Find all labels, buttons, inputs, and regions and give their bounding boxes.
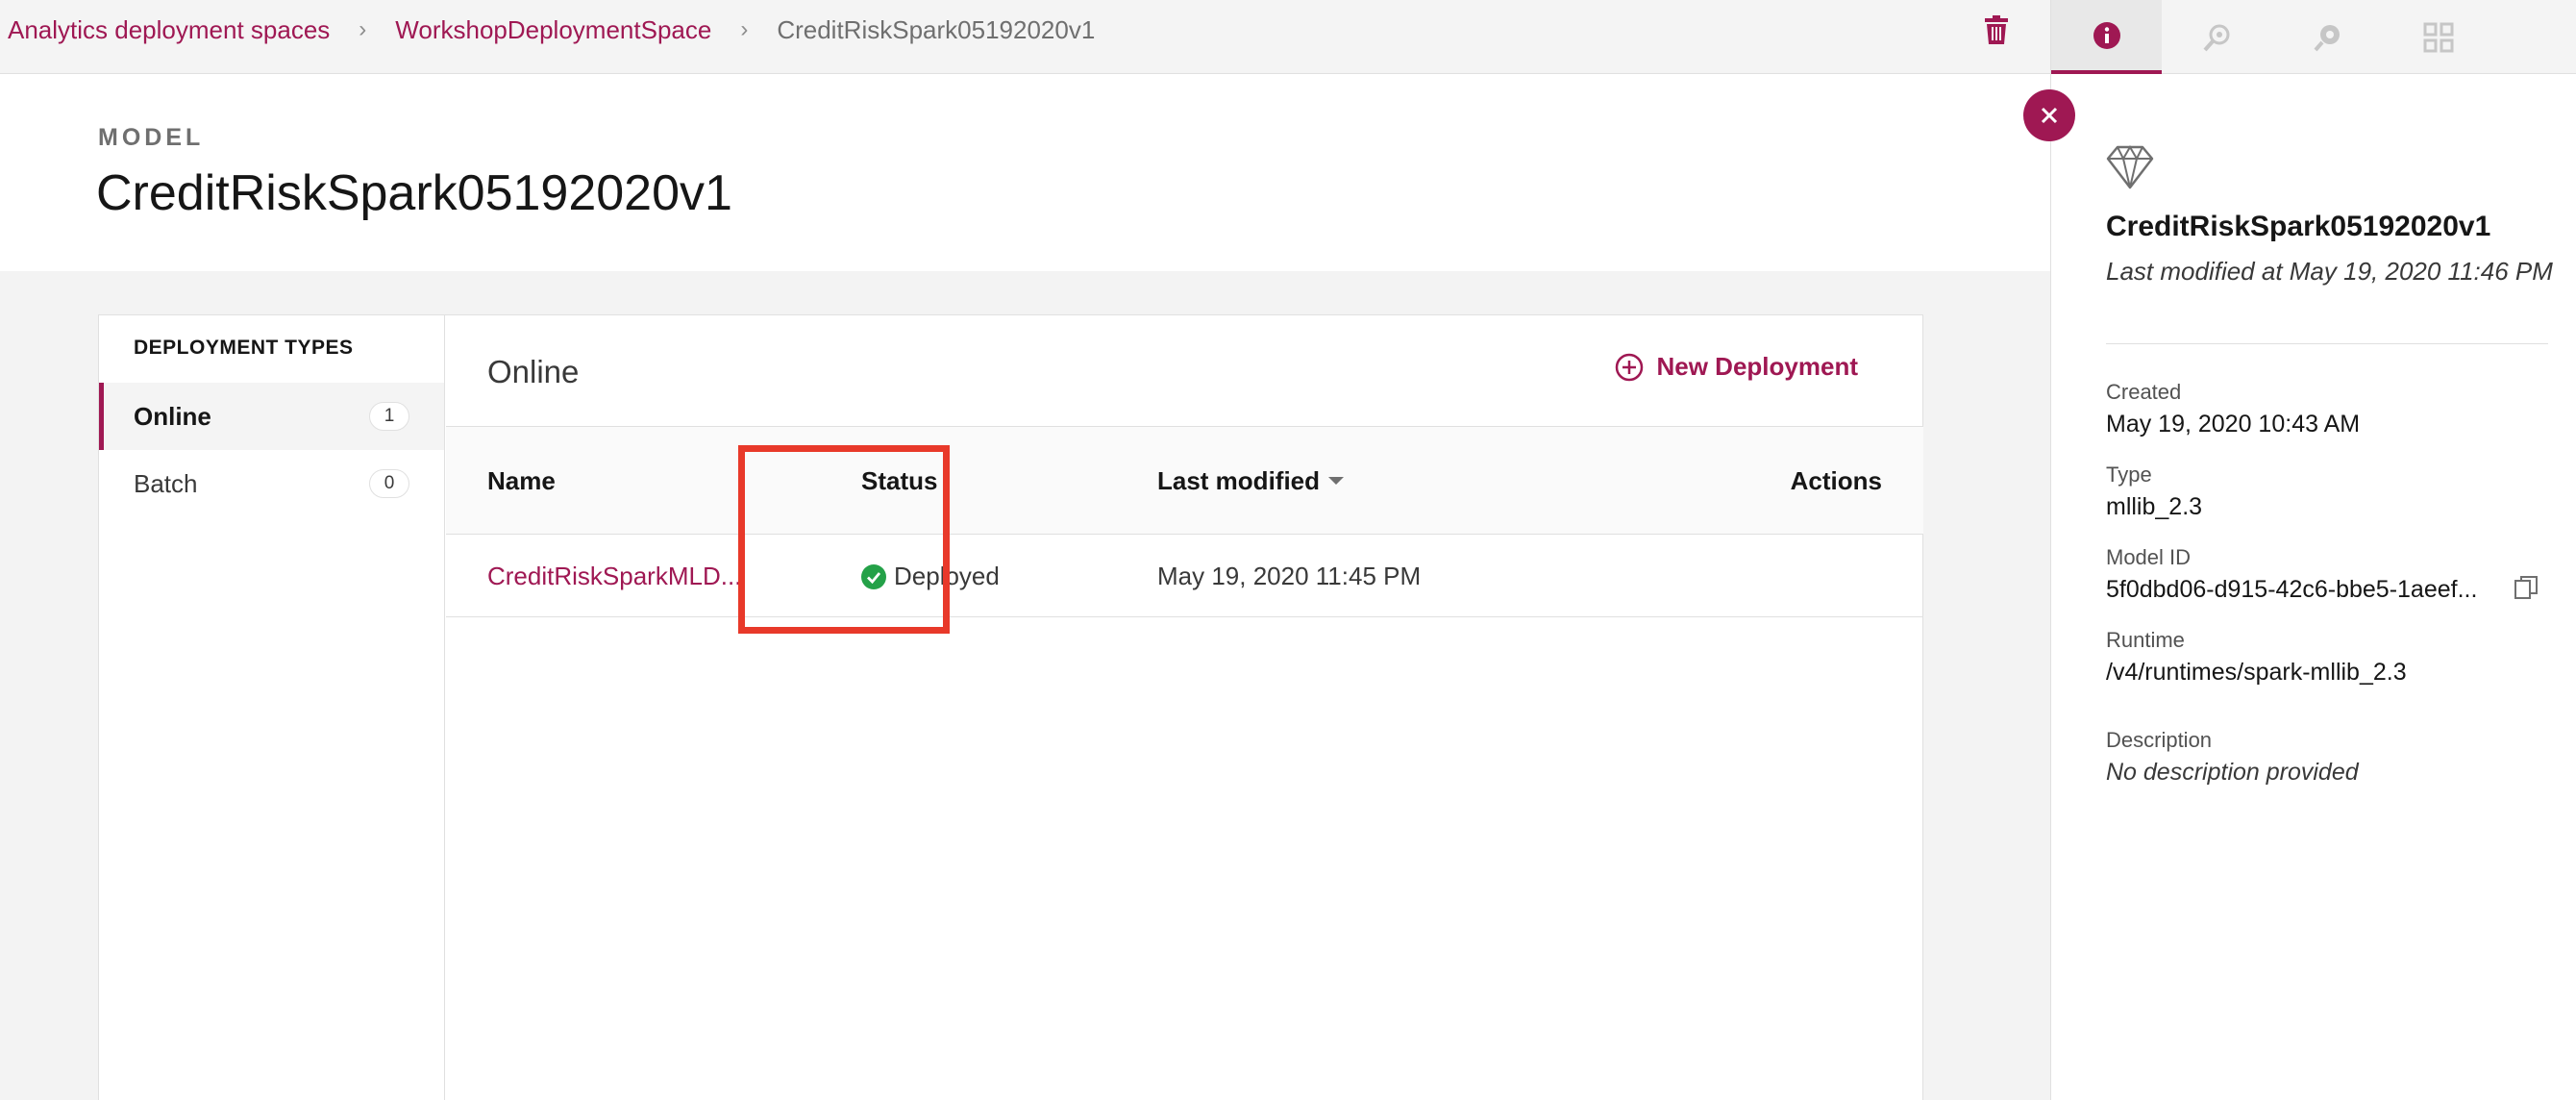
- model-id-value: 5f0dbd06-d915-42c6-bbe5-1aeef...: [2106, 576, 2478, 603]
- last-modified-cell: May 19, 2020 11:45 PM: [1157, 562, 1422, 590]
- breadcrumb-link-space[interactable]: WorkshopDeploymentSpace: [395, 15, 711, 45]
- count-badge: 1: [369, 402, 409, 431]
- breadcrumb-link-spaces[interactable]: Analytics deployment spaces: [8, 15, 330, 45]
- table-header: Name Status Last modified Actions: [446, 427, 1923, 535]
- new-deployment-label: New Deployment: [1656, 352, 1859, 381]
- runtime-value: /v4/runtimes/spark-mllib_2.3: [2106, 659, 2407, 686]
- search-gear-icon: [2203, 24, 2229, 51]
- panel-tabs: [2050, 0, 2576, 74]
- divider: [2106, 343, 2548, 344]
- grid-icon: [2423, 22, 2453, 52]
- model-last-modified: Last modified at May 19, 2020 11:46 PM: [2106, 257, 2553, 286]
- description-label: Description: [2106, 728, 2213, 752]
- nav-item-online[interactable]: Online 1: [99, 383, 444, 450]
- trash-icon: [1985, 15, 2008, 44]
- table-row[interactable]: CreditRiskSparkMLD... Deployed May 19, 2…: [446, 536, 1923, 617]
- asset-type-label: MODEL: [98, 124, 205, 151]
- created-value: May 19, 2020 10:43 AM: [2106, 411, 2361, 438]
- sort-down-icon: [1328, 477, 1345, 485]
- tab-info[interactable]: [2051, 0, 2162, 74]
- details-panel: CreditRiskSpark05192020v1 Last modified …: [2050, 74, 2576, 1100]
- add-circle-icon: [1615, 353, 1643, 381]
- column-header-status[interactable]: Status: [861, 427, 937, 535]
- page-title: CreditRiskSpark05192020v1: [96, 165, 732, 221]
- section-title: Online: [487, 354, 580, 389]
- column-header-name[interactable]: Name: [487, 427, 556, 535]
- runtime-label: Runtime: [2106, 628, 2185, 652]
- type-label: Type: [2106, 462, 2152, 487]
- page-header: MODEL CreditRiskSpark05192020v1: [0, 74, 2050, 271]
- status-cell: Deployed: [861, 536, 1000, 617]
- breadcrumb-current: CreditRiskSpark05192020v1: [777, 14, 1096, 44]
- explore-icon: [2313, 24, 2340, 51]
- chevron-right-icon: ›: [740, 16, 749, 42]
- column-header-last-modified-label: Last modified: [1157, 465, 1321, 495]
- delete-button[interactable]: [1980, 13, 2013, 46]
- deployments-card: DEPLOYMENT TYPES Online 1 Batch 0 Online…: [98, 314, 1923, 1100]
- diamond-icon: [2106, 145, 2154, 189]
- created-label: Created: [2106, 380, 2182, 404]
- copy-model-id-button[interactable]: [2513, 574, 2539, 606]
- copy-icon: [2514, 576, 2538, 599]
- deployments-main: Online New Deployment Name Status Last m…: [446, 315, 1923, 1100]
- status-label: Deployed: [894, 562, 1000, 590]
- deployment-name-link[interactable]: CreditRiskSparkMLD...: [487, 536, 741, 617]
- close-icon: [2041, 107, 2058, 124]
- tab-explore[interactable]: [2272, 0, 2383, 74]
- nav-item-label: Online: [134, 401, 211, 431]
- nav-item-batch[interactable]: Batch 0: [99, 450, 444, 517]
- model-name: CreditRiskSpark05192020v1: [2106, 211, 2491, 242]
- column-header-actions: Actions: [1790, 465, 1882, 495]
- deployment-types-title: DEPLOYMENT TYPES: [134, 337, 354, 359]
- type-value: mllib_2.3: [2106, 493, 2203, 520]
- tab-apps[interactable]: [2383, 0, 2493, 74]
- model-id-label: Model ID: [2106, 545, 2192, 569]
- description-value: No description provided: [2106, 759, 2359, 786]
- column-header-last-modified[interactable]: Last modified: [1157, 427, 1345, 535]
- new-deployment-button[interactable]: New Deployment: [1615, 352, 1859, 382]
- close-panel-button[interactable]: [2023, 89, 2075, 141]
- check-circle-icon: [861, 563, 886, 589]
- count-badge: 0: [369, 469, 409, 498]
- tab-search-model[interactable]: [2162, 0, 2272, 74]
- chevron-right-icon: ›: [359, 16, 367, 42]
- top-bar: Analytics deployment spaces › WorkshopDe…: [0, 0, 2050, 74]
- breadcrumb: Analytics deployment spaces › WorkshopDe…: [8, 0, 1095, 60]
- info-icon: [2093, 21, 2120, 49]
- deployment-types-nav: DEPLOYMENT TYPES Online 1 Batch 0: [99, 315, 445, 1100]
- nav-item-label: Batch: [134, 468, 198, 498]
